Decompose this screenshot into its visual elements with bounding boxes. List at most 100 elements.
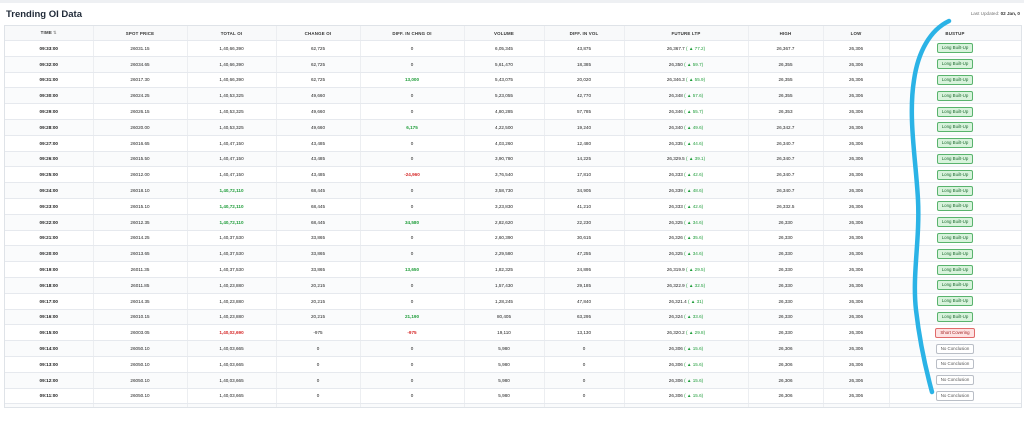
table-row[interactable]: 09:19:00 26011.35 1,40,37,530 33,865 13,650 1… (5, 261, 1021, 278)
bustup-badge: Long Built-Up (936, 264, 974, 275)
cell-diff-vol: 63,295 (544, 309, 625, 326)
cell-low: 26,306 (823, 166, 890, 184)
cell-time: 09:14:00 (5, 340, 94, 357)
cell-total-oi: 1,40,72,110 (187, 198, 277, 215)
table-row[interactable]: 09:30:00 26024.25 1,40,53,325 49,660 0 5,23,0… (5, 87, 1021, 105)
cell-high: 26,342.7 (748, 119, 824, 136)
cell-change-oi: 49,660 (276, 103, 361, 120)
cell-diff-chng-oi: 0 (360, 372, 465, 389)
cell-bustup: Long Built-Up (889, 87, 1021, 105)
column-header-future-ltp[interactable]: FUTURE LTP (624, 26, 749, 41)
cell-change-oi: 43,485 (276, 166, 361, 184)
bustup-badge: Long Built-Up (936, 106, 974, 117)
table-row[interactable]: 09:26:00 26015.50 1,40,47,150 43,485 0 3,90,7… (5, 151, 1021, 168)
column-header-change-oi[interactable]: CHANGE OI (276, 26, 361, 41)
cell-volume: 5,23,055 (464, 87, 545, 105)
cell-change-oi: 20,215 (276, 293, 361, 310)
cell-change-oi: 33,865 (276, 230, 361, 247)
cell-low: 26,306 (823, 372, 890, 389)
ltp-change: ( ▲ 31) (687, 298, 704, 304)
cell-spot: 26018.10 (93, 182, 188, 199)
ltp-value: 26,320.2 (666, 330, 685, 336)
column-header-bustup[interactable]: BUSTUP (889, 26, 1021, 41)
table-row[interactable]: 09:16:00 26010.15 1,40,23,880 20,215 21,190 8… (5, 309, 1021, 326)
column-header-low[interactable]: LOW (823, 26, 890, 41)
column-header-volume[interactable]: VOLUME (464, 26, 545, 41)
column-header-diff-in-vol[interactable]: DIFF. IN VOL (544, 26, 625, 41)
table-row[interactable]: 09:17:00 26014.35 1,40,23,880 20,215 0 1,28,2… (5, 293, 1021, 310)
column-header-diff-in-chng-oi[interactable]: DIFF. IN CHNG OI (360, 26, 465, 41)
sort-icon[interactable]: ⇅ (53, 30, 57, 35)
table-row[interactable]: 09:22:00 26012.35 1,40,72,110 68,445 34,580 2… (5, 214, 1021, 231)
bustup-badge: Long Built-Up (936, 169, 974, 180)
cell-total-oi: 1,40,47,150 (187, 151, 277, 168)
cell-spot: 26015.10 (93, 198, 188, 215)
cell-diff-chng-oi: 0 (360, 198, 465, 215)
cell-time: 09:27:00 (5, 135, 94, 152)
table-row[interactable]: 09:11:00 26050.10 1,40,03,665 0 0 5,980 0 26,30… (5, 388, 1021, 405)
cell-total-oi: 1,40,23,880 (187, 293, 277, 310)
cell-change-oi: -975 (276, 324, 361, 342)
table-row[interactable]: 09:15:00 26003.05 1,40,02,690 -975 -975 19,11… (5, 324, 1021, 342)
table-row[interactable]: 09:18:00 26011.85 1,40,23,880 20,215 0 1,57,4… (5, 277, 1021, 294)
oi-table-container[interactable]: TIME⇅ SPOT PRICE TOTAL OI CHANGE OI DIFF. IN… (4, 25, 1022, 408)
table-row[interactable]: 09:12:00 26050.10 1,40,03,665 0 0 5,980 0 26,30… (5, 372, 1021, 389)
cell-change-oi: 68,445 (276, 214, 361, 231)
cell-spot: 26012.35 (93, 214, 188, 231)
cell-spot: 26050.10 (93, 372, 188, 389)
column-header-time[interactable]: TIME⇅ (5, 26, 94, 41)
column-header-high[interactable]: HIGH (748, 26, 824, 41)
table-row[interactable]: 09:25:00 26012.00 1,40,47,150 43,485 -24,960… (5, 166, 1021, 184)
cell-diff-chng-oi: 0 (360, 103, 465, 120)
cell-low: 26,306 (823, 261, 890, 278)
cell-spot: 26011.35 (93, 261, 188, 278)
table-row[interactable]: 09:21:00 26014.25 1,40,37,530 33,865 0 2,60,3… (5, 230, 1021, 247)
cell-high: 26,340.7 (748, 182, 824, 199)
cell-spot: 26034.65 (93, 56, 188, 73)
table-row[interactable]: 09:27:00 26016.65 1,40,47,150 43,485 0 4,03,2… (5, 135, 1021, 152)
cell-total-oi: 1,40,03,665 (187, 356, 277, 373)
cell-high: 26,330 (748, 324, 824, 342)
ltp-change: ( ▲ 15.6) (684, 393, 704, 399)
cell-ltp: 26,319.9 ( ▲ 29.5) (624, 261, 749, 278)
cell-diff-vol: 47,840 (544, 293, 625, 310)
cell-change-oi: 68,445 (276, 182, 361, 199)
cell-total-oi: 1,40,53,325 (187, 103, 277, 120)
cell-ltp: 26,326 ( ▲ 35.6) (624, 230, 749, 247)
cell-time: 09:16:00 (5, 309, 94, 326)
table-row[interactable]: 09:32:00 26034.65 1,40,66,390 62,725 0 5,61,4… (5, 56, 1021, 73)
cell-low: 26,306 (823, 340, 890, 357)
cell-diff-vol: 22,230 (544, 214, 625, 231)
table-row[interactable]: 09:28:00 26020.00 1,40,53,325 49,660 6,175 4,… (5, 119, 1021, 136)
ltp-value: 26,333 (668, 172, 683, 178)
table-row[interactable]: 09:20:00 26013.65 1,40,37,530 33,865 0 2,29,5… (5, 245, 1021, 263)
cell-total-oi: 1,40,02,690 (187, 324, 277, 342)
cell-diff-vol: 0 (544, 403, 625, 407)
cell-time: 09:25:00 (5, 166, 94, 184)
ltp-value: 26,322.9 (666, 282, 685, 288)
ltp-change: ( ▲ 42.6) (684, 172, 704, 178)
table-row[interactable]: 09:14:00 26050.10 1,40,03,665 0 0 5,980 0 26,30… (5, 340, 1021, 357)
table-row[interactable]: 09:23:00 26015.10 1,40,72,110 68,445 0 3,23,8… (5, 198, 1021, 215)
cell-high: 26,306 (748, 403, 824, 407)
cell-ltp: 26,333 ( ▲ 42.6) (624, 166, 749, 184)
table-row[interactable]: 09:29:00 26026.15 1,40,53,325 49,660 0 4,80,2… (5, 103, 1021, 120)
table-row[interactable]: 09:24:00 26018.10 1,40,72,110 68,445 0 3,58,7… (5, 182, 1021, 199)
table-row[interactable]: 09:10:0026050.101,40,03,665005,980026,30… (5, 403, 1021, 407)
column-header-total-oi[interactable]: TOTAL OI (187, 26, 277, 41)
ltp-value: 26,346.3 (666, 77, 685, 83)
cell-time: 09:12:00 (5, 372, 94, 389)
column-header-spot-price[interactable]: SPOT PRICE (93, 26, 188, 41)
cell-high: 26,332.5 (748, 198, 824, 215)
cell-low: 26,306 (823, 40, 890, 57)
cell-ltp: 26,322.9 ( ▲ 32.5) (624, 277, 749, 294)
cell-high: 26,355 (748, 56, 824, 73)
table-row[interactable]: 09:31:00 26017.30 1,40,66,390 62,725 13,000 5… (5, 72, 1021, 89)
bustup-badge: Long Built-Up (936, 43, 974, 54)
cell-ltp: 26,325 ( ▲ 34.6) (624, 214, 749, 231)
ltp-value: 26,306 (668, 377, 683, 383)
cell-low: 26,306 (823, 198, 890, 215)
table-row[interactable]: 09:13:00 26050.10 1,40,03,665 0 0 5,980 0 26,30… (5, 356, 1021, 373)
table-row[interactable]: 09:33:00 26031.15 1,40,66,390 62,725 0 6,05,3… (5, 40, 1021, 57)
cell-volume: 5,980 (464, 403, 545, 407)
